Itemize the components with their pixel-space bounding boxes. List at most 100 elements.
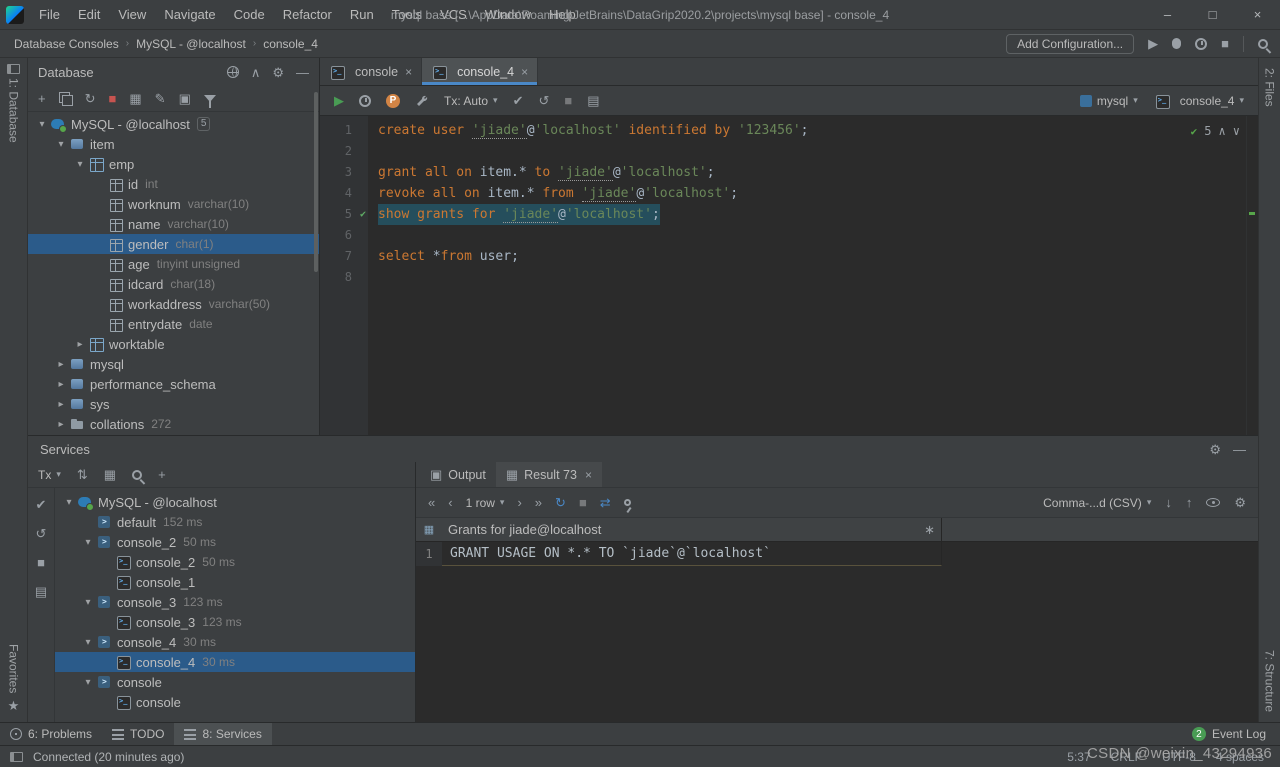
hide-panel-icon[interactable]: — xyxy=(296,66,309,79)
chevron-down-icon[interactable]: ▾ xyxy=(80,637,96,648)
next-page-icon[interactable]: › xyxy=(517,496,521,509)
chevron-down-icon[interactable]: ▾ xyxy=(80,677,96,688)
compare-icon[interactable]: ⇄ xyxy=(600,496,611,509)
menu-file[interactable]: File xyxy=(30,0,69,29)
chevron-down-icon[interactable]: ▾ xyxy=(72,159,88,170)
tree-item-sys[interactable]: ▸sys xyxy=(28,394,319,414)
tree-item-workaddress[interactable]: workaddressvarchar(50) xyxy=(28,294,319,314)
tree-item-item[interactable]: ▾item xyxy=(28,134,319,154)
filter-icon[interactable] xyxy=(204,95,216,102)
tree-item-name[interactable]: namevarchar(10) xyxy=(28,214,319,234)
database-toolwindow-button[interactable]: 1: Database xyxy=(7,78,21,143)
error-stripe[interactable] xyxy=(1246,116,1258,435)
inspection-widget[interactable]: ✔ 5 ∧ ∨ xyxy=(1191,121,1240,142)
structure-toolwindow-button[interactable]: 7: Structure xyxy=(1263,650,1277,712)
collapse-all-icon[interactable]: ∧ xyxy=(251,66,261,79)
tree-item-worktable[interactable]: ▸worktable xyxy=(28,334,319,354)
add-service-icon[interactable]: + xyxy=(158,468,166,481)
gear-icon[interactable]: ⚙ xyxy=(272,66,284,79)
duplicate-icon[interactable] xyxy=(59,92,72,105)
scroll-layout-icon[interactable]: ▤ xyxy=(587,94,599,107)
table-data-icon[interactable]: ▦ xyxy=(129,92,141,105)
export-format-select[interactable]: Comma-...d (CSV) ▾ xyxy=(1043,496,1151,510)
todo-toolwindow-button[interactable]: TODO xyxy=(102,723,174,745)
chevron-down-icon[interactable]: ▾ xyxy=(34,119,50,130)
tree-item-console_4[interactable]: console_430 ms xyxy=(55,652,415,672)
stop-icon[interactable]: ■ xyxy=(37,556,45,569)
code-line-5[interactable]: show grants for 'jiade'@'localhost'; xyxy=(378,204,1258,225)
sort-icon[interactable]: ∗ xyxy=(924,522,935,538)
stop-icon[interactable]: ■ xyxy=(579,496,587,509)
code-line-2[interactable] xyxy=(378,141,1258,162)
tree-item-console_3[interactable]: ▾console_3123 ms xyxy=(55,592,415,612)
reload-page-icon[interactable]: ↻ xyxy=(555,496,566,509)
tree-item-console_4[interactable]: ▾console_430 ms xyxy=(55,632,415,652)
tx-filter-select[interactable]: Tx ▾ xyxy=(38,468,61,482)
breadcrumb-item[interactable]: MySQL - @localhost xyxy=(134,37,248,51)
toolwindow-switcher-icon[interactable] xyxy=(10,752,23,762)
code-line-1[interactable]: create user 'jiade'@'localhost' identifi… xyxy=(378,120,1258,141)
diagram-icon[interactable]: ▣ xyxy=(179,92,191,105)
tree-item-mysql-localhost[interactable]: ▾MySQL - @localhost5 xyxy=(28,114,319,134)
profiler-icon[interactable] xyxy=(1195,38,1207,50)
files-toolwindow-button[interactable]: 2: Files xyxy=(1263,68,1277,107)
debug-icon[interactable] xyxy=(1172,38,1181,49)
edit-source-icon[interactable]: ✎ xyxy=(155,92,166,105)
event-log-button[interactable]: 2 Event Log xyxy=(1192,727,1280,741)
first-page-icon[interactable]: « xyxy=(428,496,435,509)
result-row[interactable]: 1GRANT USAGE ON *.* TO `jiade`@`localhos… xyxy=(416,542,1258,566)
tree-item-console[interactable]: ▾console xyxy=(55,672,415,692)
tab-output[interactable]: ▣ Output xyxy=(420,462,496,487)
stop-query-icon[interactable]: ■ xyxy=(564,94,572,107)
execute-icon[interactable]: ▶ xyxy=(334,93,344,109)
expand-collapse-icon[interactable]: ⇅ xyxy=(77,468,88,481)
add-configuration-button[interactable]: Add Configuration... xyxy=(1006,34,1134,54)
tree-item-age[interactable]: agetinyint unsigned xyxy=(28,254,319,274)
view-options-icon[interactable] xyxy=(1206,498,1220,507)
code-editor[interactable]: 12345✔678 create user 'jiade'@'localhost… xyxy=(320,116,1258,435)
tree-item-mysql[interactable]: ▸mysql xyxy=(28,354,319,374)
chevron-down-icon[interactable]: ▾ xyxy=(61,497,77,508)
code-line-6[interactable] xyxy=(378,225,1258,246)
close-icon[interactable]: × xyxy=(405,65,412,79)
tree-item-emp[interactable]: ▾emp xyxy=(28,154,319,174)
close-icon[interactable]: × xyxy=(585,468,592,482)
wrench-icon[interactable] xyxy=(415,94,429,108)
tree-item-performance_schema[interactable]: ▸performance_schema xyxy=(28,374,319,394)
rollback-icon[interactable]: ↺ xyxy=(36,527,47,540)
page-size-select[interactable]: 1 row ▾ xyxy=(466,496,505,510)
gear-icon[interactable]: ⚙ xyxy=(1234,496,1246,509)
row-value[interactable]: GRANT USAGE ON *.* TO `jiade`@`localhost… xyxy=(442,542,942,566)
tree-item-gender[interactable]: genderchar(1) xyxy=(28,234,319,254)
stop-connection-icon[interactable]: ■ xyxy=(109,92,117,105)
breadcrumb-item[interactable]: Database Consoles xyxy=(12,37,121,51)
tree-item-id[interactable]: idint xyxy=(28,174,319,194)
next-problem-icon[interactable]: ∨ xyxy=(1233,121,1240,142)
favorites-star-icon[interactable]: ★ xyxy=(8,699,20,712)
tree-item-mysql-localhost[interactable]: ▾MySQL - @localhost xyxy=(55,492,415,512)
chevron-right-icon[interactable]: ▸ xyxy=(53,419,69,430)
commit-icon[interactable]: ✔ xyxy=(36,498,47,511)
tree-item-console_3[interactable]: console_3123 ms xyxy=(55,612,415,632)
data-source-properties-icon[interactable] xyxy=(227,66,239,78)
close-icon[interactable]: × xyxy=(521,65,528,79)
grid-corner-icon[interactable]: ▦ xyxy=(416,518,442,541)
menu-code[interactable]: Code xyxy=(225,0,274,29)
chevron-down-icon[interactable]: ▾ xyxy=(80,537,96,548)
toolwindow-icon[interactable] xyxy=(7,64,20,74)
tree-item-console_2[interactable]: ▾console_250 ms xyxy=(55,532,415,552)
tree-item-collations[interactable]: ▸collations272 xyxy=(28,414,319,434)
menu-run[interactable]: Run xyxy=(341,0,383,29)
breadcrumb-item[interactable]: console_4 xyxy=(261,37,320,51)
tree-item-console_1[interactable]: console_1 xyxy=(55,572,415,592)
rollback-icon[interactable]: ↺ xyxy=(538,94,549,107)
commit-icon[interactable]: ✔ xyxy=(513,94,524,107)
code-line-4[interactable]: revoke all on item.* from 'jiade'@'local… xyxy=(378,183,1258,204)
minimize-button[interactable]: – xyxy=(1145,0,1190,29)
add-icon[interactable]: + xyxy=(38,92,46,105)
tx-mode-select[interactable]: Tx: Auto ▾ xyxy=(444,94,498,108)
chevron-right-icon[interactable]: ▸ xyxy=(53,359,69,370)
chevron-down-icon[interactable]: ▾ xyxy=(53,139,69,150)
previous-page-icon[interactable]: ‹ xyxy=(448,496,452,509)
prev-problem-icon[interactable]: ∧ xyxy=(1219,121,1226,142)
